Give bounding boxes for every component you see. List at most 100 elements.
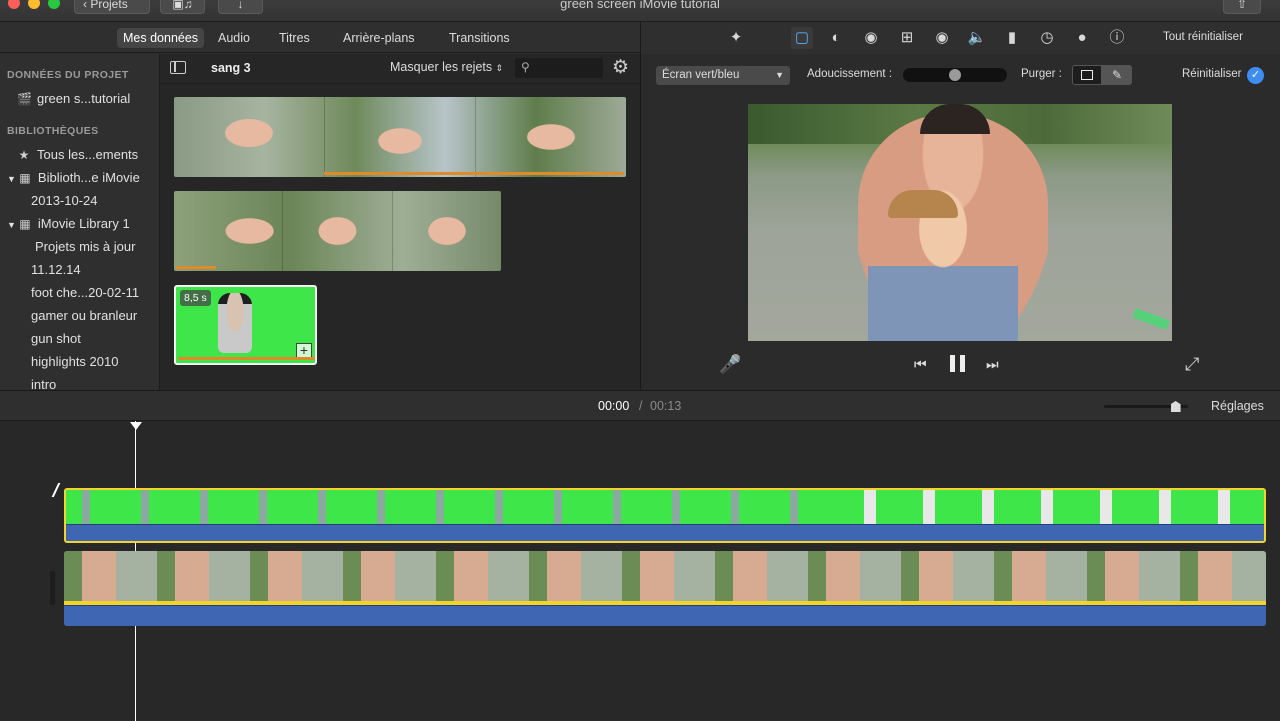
search-icon: ⚲ [521,60,530,74]
sidebar-item-event[interactable]: 11.12.14 [31,262,81,277]
microphone-icon[interactable]: 🎤 [719,354,741,375]
green-screen-clip-thumbnail[interactable]: 8,5 s + [174,285,317,365]
skip-forward-icon[interactable]: ⏭ [986,356,999,373]
speed-gauge-icon[interactable]: ◷ [1036,27,1058,49]
chevron-down-icon: ▼ [775,70,784,80]
primary-storyline-marker [50,571,55,605]
stabilization-camera-icon[interactable]: ◉ [931,27,953,49]
sidebar-item-event[interactable]: highlights 2010 [31,354,118,369]
window-title: green screen iMovie tutorial [560,0,720,11]
time-separator: / [639,399,643,413]
skip-back-icon[interactable]: ⏮ [914,356,927,373]
overlay-audio-waveform [66,524,1264,541]
timeline-settings-button[interactable]: Réglages [1211,399,1264,413]
viewer-panel: Écran vert/bleu ▼ Adoucissement : Purger… [641,54,1280,390]
sidebar-item-label: iMovie Library 1 [37,216,130,231]
star-icon: ★ [18,148,30,162]
fullscreen-icon[interactable]: ⤢ [1185,354,1199,375]
tab-arriere-plans[interactable]: Arrière-plans [337,28,421,48]
timeline-toolbar: 00:00 / 00:13 Réglages [0,391,1280,421]
crop-icon[interactable]: ⊞ [896,27,918,49]
sidebar-item-all-events[interactable]: ★ Tous les...ements [17,147,139,162]
library-sidebar: DONNÉES DU PROJET 🎬 green s...tutorial BI… [0,54,160,390]
browser-clip-thumbnail[interactable] [174,191,501,271]
pause-icon[interactable] [949,354,967,374]
purge-rectangle-button[interactable] [1072,65,1102,85]
tab-audio[interactable]: Audio [212,28,256,48]
video-preview [748,104,1172,341]
sidebar-item-event[interactable]: foot che...20-02-11 [31,285,139,300]
sidebar-item-event[interactable]: Projets mis à jour [35,239,135,254]
total-time: 00:13 [650,399,682,413]
gear-icon[interactable]: ⚙ [612,57,629,79]
reset-all-button[interactable]: Tout réinitialiser [1163,31,1243,43]
color-balance-icon[interactable]: ◐ [825,27,847,49]
tab-titres[interactable]: Titres [273,28,316,48]
sidebar-item-label: Biblioth...e iMovie [37,170,140,185]
video-overlay-icon[interactable]: ▢ [791,27,813,49]
overlay-mode-value: Écran vert/bleu [662,69,740,81]
purge-eraser-button[interactable]: ✎ [1102,65,1132,85]
sidebar-item-imovie-library-1[interactable]: ▼ ▦ iMovie Library 1 [7,216,130,231]
browser-clip-thumbnail[interactable] [174,97,626,177]
grid-icon: ▦ [19,217,31,231]
equalizer-icon[interactable]: ▮ [1001,27,1023,49]
sidebar-item-event[interactable]: gun shot [31,331,81,346]
sidebar-toggle-icon[interactable] [170,61,186,74]
eraser-icon: ✎ [1111,68,1123,82]
project-data-header: DONNÉES DU PROJET [7,69,129,81]
sidebar-item-event[interactable]: 2013-10-24 [31,193,98,208]
content-tabs: Mes données Audio Titres Arrière-plans T… [0,22,640,53]
info-icon[interactable]: ⓘ [1106,27,1128,49]
browser-toolbar: sang 3 Masquer les rejets ⇕ ⚲ ⚙ [160,54,640,84]
sidebar-item-event[interactable]: intro [31,377,56,390]
timeline-panel: 00:00 / 00:13 Réglages [0,390,1280,721]
sidebar-item-label: Tous les...ements [37,147,139,162]
sidebar-item-label: green s...tutorial [37,91,131,106]
sidebar-item-imovie-library[interactable]: ▼ ▦ Biblioth...e iMovie [7,170,140,185]
checkmark-icon[interactable]: ✓ [1247,67,1264,84]
main-clip-frames [64,551,1266,601]
clip-subject [218,293,252,353]
magic-wand-icon[interactable]: ✦ [725,27,747,49]
subject-boy-hair [888,190,958,218]
sidebar-item-project[interactable]: 🎬 green s...tutorial [17,91,130,106]
softness-slider[interactable] [903,68,1007,82]
green-object [1132,308,1170,330]
event-name: sang 3 [211,61,251,75]
purge-label: Purger : [1021,68,1062,80]
share-icon: ⇧ [1236,0,1248,11]
main-audio-waveform [64,605,1266,626]
green-screen-overlay-clip[interactable] [64,488,1266,543]
main-video-clip[interactable] [64,551,1266,626]
search-input[interactable]: ⚲ [515,58,603,78]
disclosure-triangle-icon[interactable]: ▼ [7,220,16,230]
softness-label: Adoucissement : [807,68,893,80]
filter-select[interactable]: Masquer les rejets ⇕ [390,60,503,74]
clip-duration-badge: 8,5 s [180,290,211,306]
overlay-mode-select[interactable]: Écran vert/bleu ▼ [656,66,790,85]
slider-knob[interactable] [949,69,961,81]
reset-button[interactable]: Réinitialiser [1182,68,1241,80]
timeline-zoom-slider[interactable] [1104,401,1188,412]
clip-filter-icon[interactable]: ● [1071,27,1093,49]
slider-knob[interactable] [1170,401,1181,412]
current-time: 00:00 [598,399,630,413]
clapper-icon: 🎬 [17,92,32,106]
color-palette-icon[interactable]: ◉ [860,27,882,49]
grid-icon: ▦ [19,171,31,185]
disclosure-triangle-icon[interactable]: ▼ [7,174,16,184]
libraries-header: BIBLIOTHÈQUES [7,125,99,137]
title-bar: ‹ Projets ▣♫ ↓ green screen iMovie tutor… [0,0,1280,22]
share-button[interactable]: ⇧ [1223,0,1261,14]
tab-mes-donnees[interactable]: Mes données [117,28,205,48]
updown-chevron-icon: ⇕ [495,63,504,73]
sidebar-item-event[interactable]: gamer ou branleur [31,308,137,323]
adjustments-toolbar: ✦ ▢ ◐ ◉ ⊞ ◉ 🔈 ▮ ◷ ● ⓘ Tout réinitialiser [641,22,1280,54]
volume-icon[interactable]: 🔈 [966,27,988,49]
tab-transitions[interactable]: Transitions [443,28,516,48]
filter-label: Masquer les rejets [390,60,493,74]
plus-icon: + [299,342,309,358]
rectangle-icon [1081,70,1093,80]
playhead-handle-icon[interactable] [130,422,142,430]
